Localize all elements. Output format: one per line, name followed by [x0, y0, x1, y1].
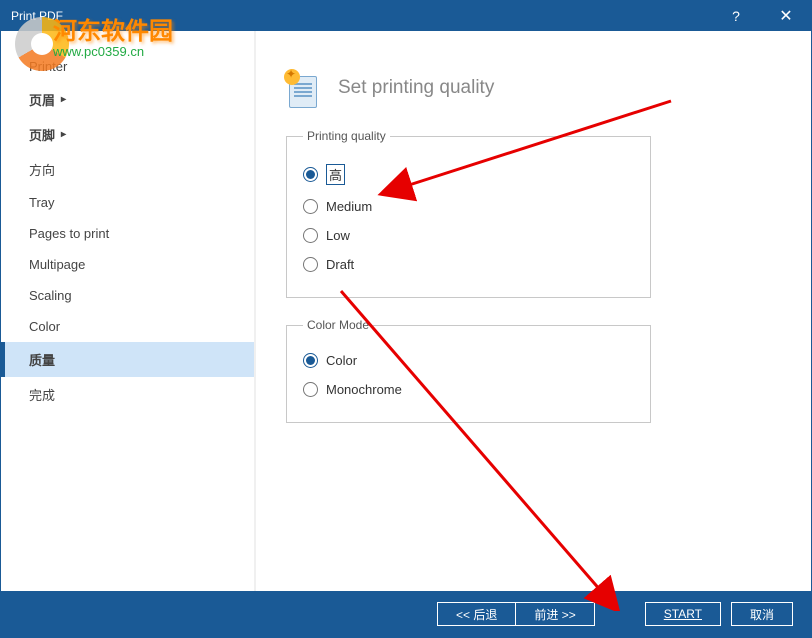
chevron-right-icon: ▸ [61, 94, 66, 105]
back-button[interactable]: << 后退 [437, 602, 515, 626]
color-option-monochrome[interactable]: Monochrome [303, 375, 634, 404]
help-icon: ? [732, 8, 740, 24]
sidebar-item-label: 完成 [29, 385, 55, 404]
start-button[interactable]: START [645, 602, 721, 626]
page-title: Set printing quality [338, 77, 494, 99]
document-icon [286, 71, 320, 105]
sidebar-item-scaling[interactable]: Scaling [1, 280, 254, 311]
radio-low[interactable] [303, 228, 318, 243]
radio-draft[interactable] [303, 257, 318, 272]
group-legend: Color Mode [303, 318, 373, 332]
cancel-button[interactable]: 取消 [731, 602, 793, 626]
help-button[interactable]: ? [711, 1, 761, 31]
radio-label: 高 [326, 164, 345, 185]
title-bar: Print PDF ? ✕ [1, 1, 811, 31]
radio-label: Medium [326, 199, 372, 214]
sidebar-item-label: Printer [29, 59, 67, 74]
sidebar-item-footer[interactable]: 页脚 ▸ [1, 117, 254, 152]
quality-option-low[interactable]: Low [303, 221, 634, 250]
content-pane: Set printing quality Printing quality 高 … [256, 31, 811, 591]
color-option-color[interactable]: Color [303, 346, 634, 375]
nav-button-group: << 后退 前进 >> [437, 602, 595, 626]
sidebar-item-label: 质量 [29, 350, 55, 369]
group-color-mode: Color Mode Color Monochrome [286, 318, 651, 423]
sidebar-item-label: Tray [29, 195, 55, 210]
radio-high[interactable] [303, 167, 318, 182]
sidebar-item-printer[interactable]: Printer [1, 51, 254, 82]
chevron-right-icon: ▸ [61, 129, 66, 140]
sidebar-item-label: 页脚 [29, 125, 55, 144]
sidebar-item-pages[interactable]: Pages to print [1, 218, 254, 249]
radio-label: Low [326, 228, 350, 243]
quality-option-medium[interactable]: Medium [303, 192, 634, 221]
sidebar-item-multipage[interactable]: Multipage [1, 249, 254, 280]
window-title: Print PDF [11, 9, 711, 23]
sidebar-item-label: 页眉 [29, 90, 55, 109]
sidebar-item-label: Color [29, 319, 60, 334]
close-button[interactable]: ✕ [761, 1, 811, 31]
next-button[interactable]: 前进 >> [515, 602, 594, 626]
content-header: Set printing quality [286, 71, 781, 105]
close-icon: ✕ [779, 6, 792, 26]
group-legend: Printing quality [303, 129, 390, 143]
quality-option-draft[interactable]: Draft [303, 250, 634, 279]
sidebar-item-header[interactable]: 页眉 ▸ [1, 82, 254, 117]
main-area: Printer 页眉 ▸ 页脚 ▸ 方向 Tray Pages to print M… [1, 31, 811, 591]
sidebar-item-orientation[interactable]: 方向 [1, 152, 254, 187]
sidebar-item-color[interactable]: Color [1, 311, 254, 342]
sidebar-item-label: Multipage [29, 257, 85, 272]
radio-color[interactable] [303, 353, 318, 368]
sidebar: Printer 页眉 ▸ 页脚 ▸ 方向 Tray Pages to print M… [1, 31, 256, 591]
quality-option-high[interactable]: 高 [303, 157, 634, 192]
sidebar-item-tray[interactable]: Tray [1, 187, 254, 218]
group-printing-quality: Printing quality 高 Medium Low Draft [286, 129, 651, 298]
radio-label: Color [326, 353, 357, 368]
sidebar-item-label: Pages to print [29, 226, 109, 241]
sidebar-item-finish[interactable]: 完成 [1, 377, 254, 412]
sidebar-item-label: 方向 [29, 160, 55, 179]
radio-monochrome[interactable] [303, 382, 318, 397]
sidebar-item-label: Scaling [29, 288, 72, 303]
sidebar-item-quality[interactable]: 质量 [1, 342, 254, 377]
radio-medium[interactable] [303, 199, 318, 214]
radio-label: Draft [326, 257, 354, 272]
footer-bar: << 后退 前进 >> START 取消 [1, 591, 811, 637]
radio-label: Monochrome [326, 382, 402, 397]
